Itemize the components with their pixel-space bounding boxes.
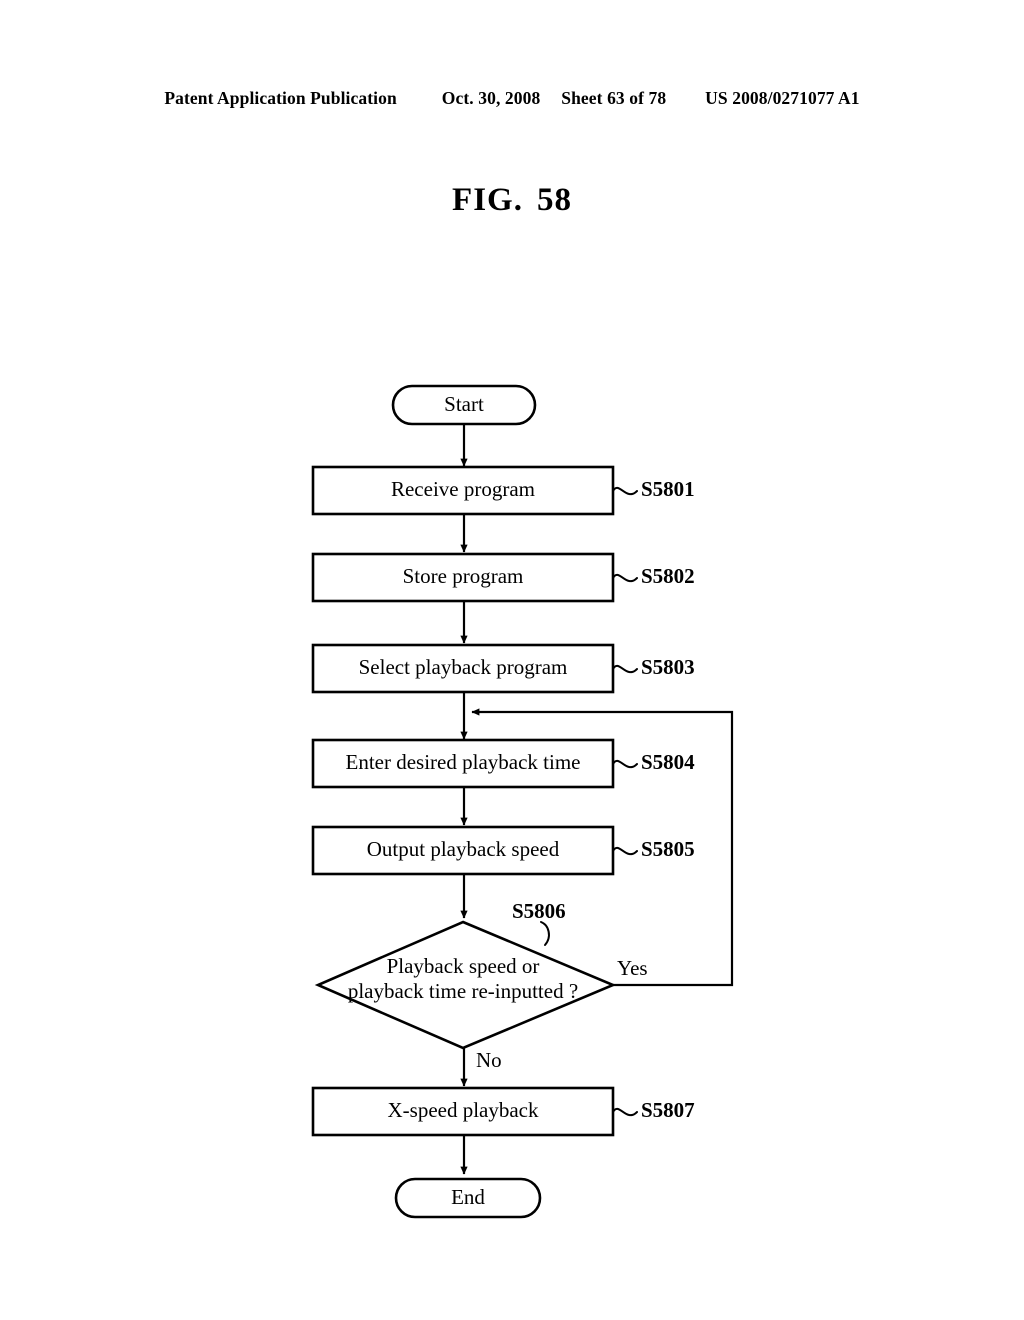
leader-s5805 <box>612 846 638 856</box>
branch-label-no: No <box>476 1048 502 1072</box>
leader-s5801 <box>612 486 638 496</box>
step-label-s5801: S5801 <box>641 477 695 501</box>
node-s5804-label: Enter desired playback time <box>346 750 581 774</box>
node-s5807-label: X-speed playback <box>387 1098 539 1122</box>
node-s5802-label: Store program <box>403 564 524 588</box>
leader-s5803 <box>612 664 638 674</box>
step-label-s5807: S5807 <box>641 1098 695 1122</box>
node-s5806-label-line2: playback time re-inputted ? <box>348 979 578 1003</box>
step-label-s5802: S5802 <box>641 564 695 588</box>
step-label-s5804: S5804 <box>641 750 695 774</box>
leader-s5807 <box>612 1107 638 1117</box>
node-end-label: End <box>451 1185 485 1209</box>
leader-s5802 <box>612 573 638 583</box>
node-s5806-label-line1: Playback speed or <box>387 954 540 978</box>
leader-s5804 <box>612 759 638 769</box>
step-label-s5805: S5805 <box>641 837 695 861</box>
node-start-label: Start <box>444 392 484 416</box>
patent-page: Patent Application Publication Oct. 30, … <box>0 0 1024 1320</box>
step-label-s5803: S5803 <box>641 655 695 679</box>
node-s5803-label: Select playback program <box>359 655 568 679</box>
branch-label-yes: Yes <box>617 956 648 980</box>
node-s5801-label: Receive program <box>391 477 535 501</box>
flowchart-canvas: Start Receive program S5801 Store progra… <box>311 384 734 1219</box>
step-label-s5806: S5806 <box>512 899 566 923</box>
node-s5805-label: Output playback speed <box>367 837 560 861</box>
leader-s5806 <box>540 921 550 946</box>
